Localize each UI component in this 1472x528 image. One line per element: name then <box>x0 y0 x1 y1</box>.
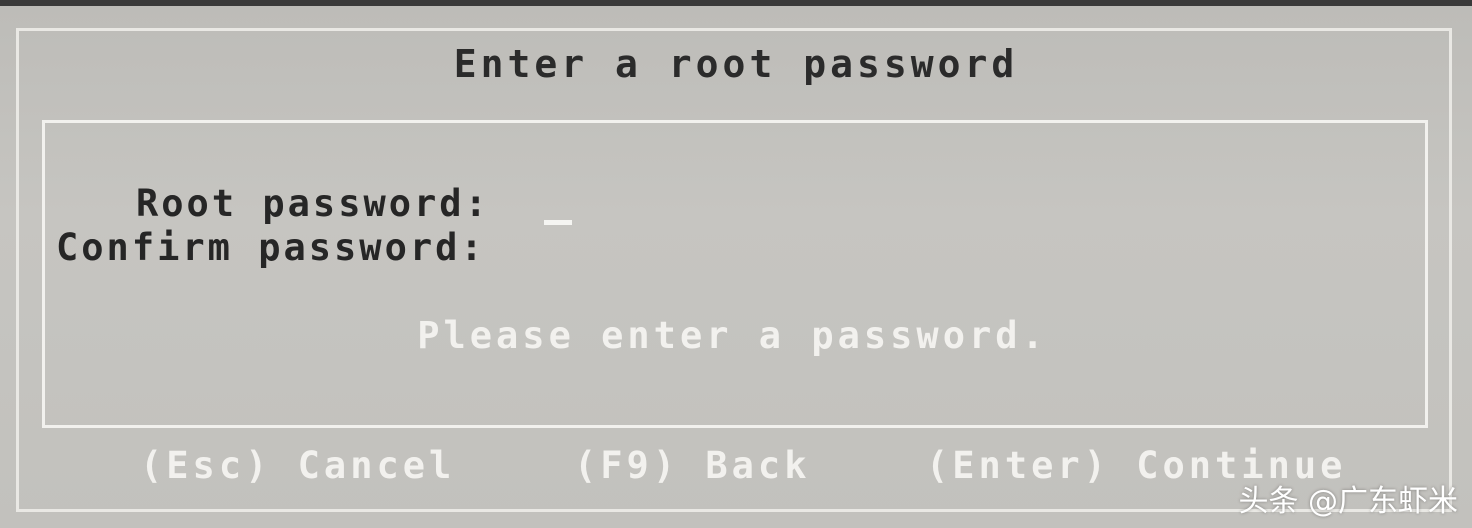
root-password-label: Root password: <box>136 182 490 225</box>
dialog-inner-border <box>42 120 1428 428</box>
confirm-password-label: Confirm password: <box>56 226 486 269</box>
status-message: Please enter a password. <box>417 314 1048 357</box>
cancel-button[interactable]: (Esc) Cancel <box>140 444 455 487</box>
root-password-input-cursor[interactable] <box>544 220 572 225</box>
back-button[interactable]: (F9) Back <box>574 444 810 487</box>
console-screen: Enter a root password Root password: Con… <box>0 6 1472 528</box>
dialog-title: Enter a root password <box>453 42 1019 86</box>
watermark-text: 头条 @广东虾米 <box>1238 484 1458 519</box>
